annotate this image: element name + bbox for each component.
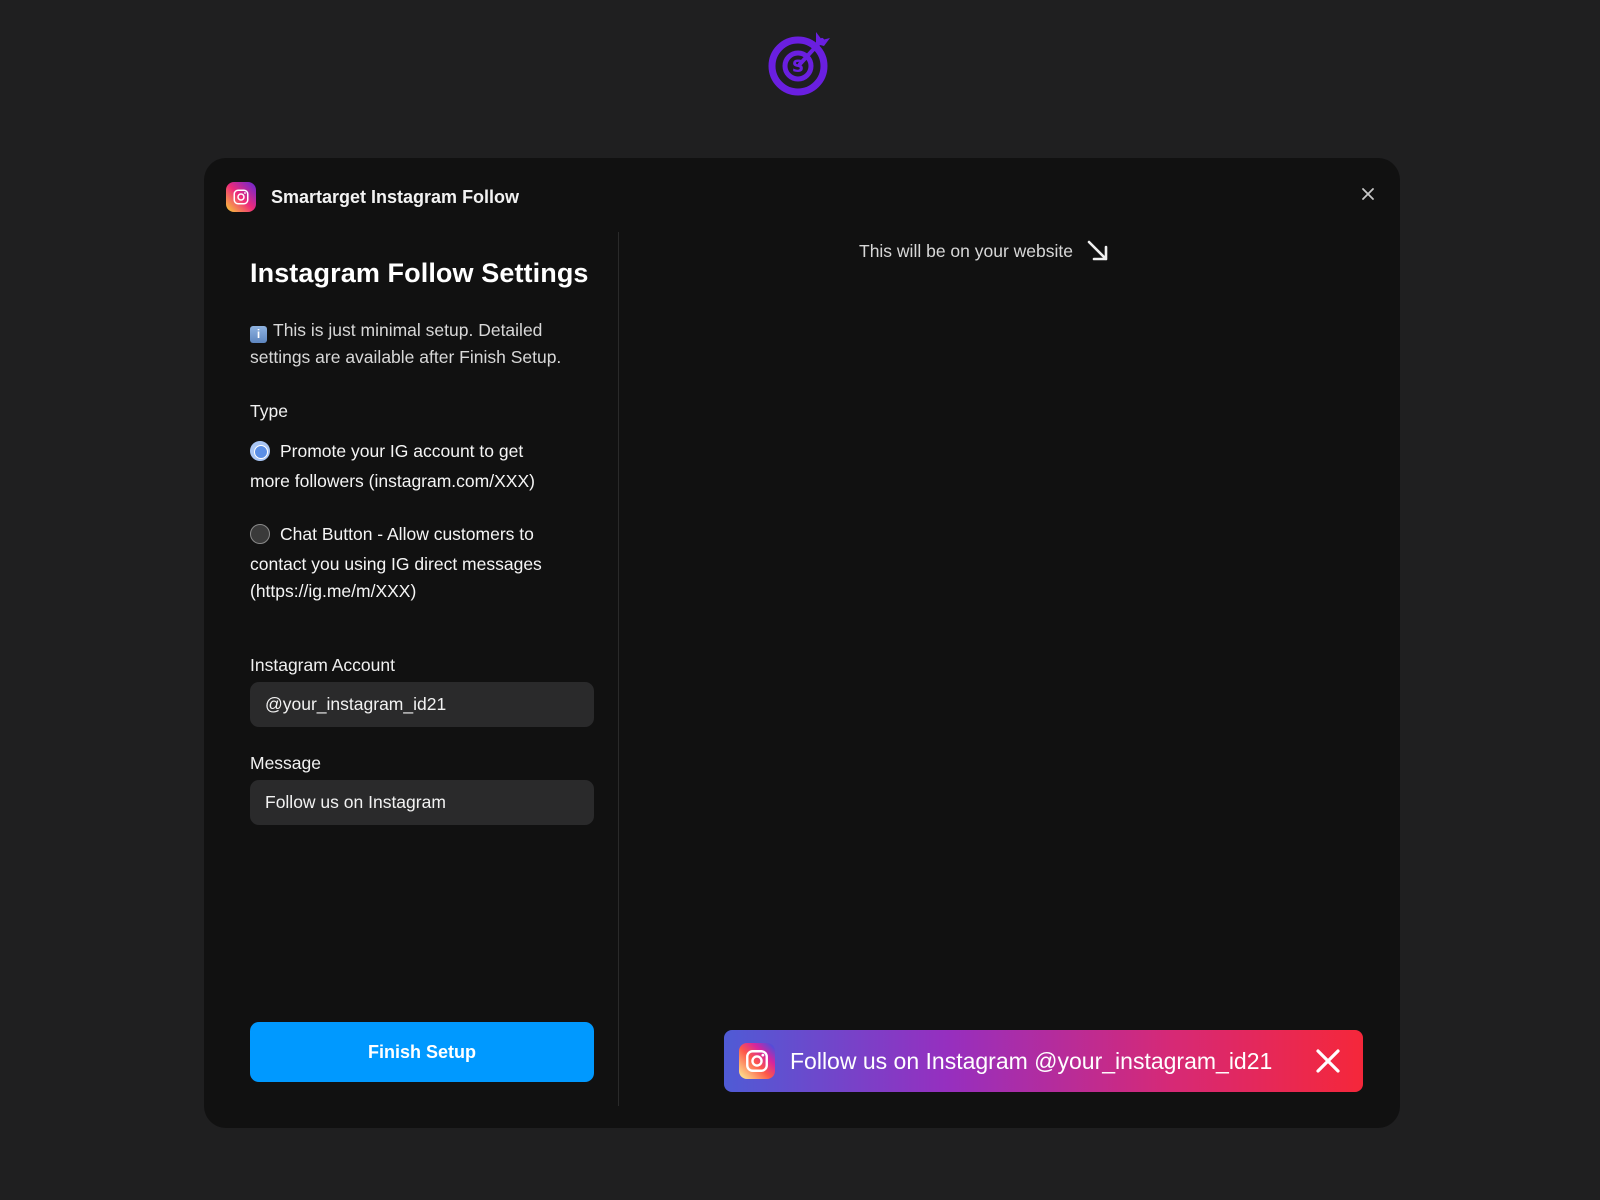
type-label: Type xyxy=(250,401,288,421)
instagram-follow-bar-preview[interactable]: Follow us on Instagram @your_instagram_i… xyxy=(724,1030,1363,1092)
panel-divider xyxy=(618,232,619,1106)
arrow-down-right-icon xyxy=(1087,240,1108,261)
info-icon: i xyxy=(250,326,267,343)
radio-chat[interactable] xyxy=(250,524,270,544)
instagram-icon xyxy=(226,182,256,212)
type-option-promote[interactable]: Promote your IG account to get more foll… xyxy=(250,434,595,495)
close-button[interactable] xyxy=(1354,180,1382,208)
option-promote-label: Promote your IG account to get xyxy=(280,441,524,461)
account-label: Instagram Account xyxy=(250,655,395,675)
preview-caption-text: This will be on your website xyxy=(859,240,1073,261)
preview-caption: This will be on your website xyxy=(859,238,1111,264)
close-icon xyxy=(1362,188,1374,200)
follow-bar-close-button[interactable] xyxy=(1313,1046,1343,1076)
instagram-icon xyxy=(739,1043,775,1079)
instagram-account-input[interactable] xyxy=(250,682,594,727)
finish-setup-button[interactable]: Finish Setup xyxy=(250,1022,594,1082)
message-label: Message xyxy=(250,753,322,773)
type-option-chat[interactable]: Chat Button - Allow customers to contact… xyxy=(250,517,595,605)
info-text: This is just minimal setup. Detailed set… xyxy=(250,320,562,367)
setup-modal: Smartarget Instagram Follow Instagram Fo… xyxy=(204,158,1400,1128)
modal-header: Smartarget Instagram Follow xyxy=(226,180,519,214)
radio-promote[interactable] xyxy=(250,441,270,461)
follow-bar-text: Follow us on Instagram @your_instagram_i… xyxy=(790,1047,1273,1074)
close-icon xyxy=(1316,1049,1340,1073)
page-title: Instagram Follow Settings xyxy=(250,258,589,288)
option-chat-desc: contact you using IG direct messages (ht… xyxy=(250,554,542,601)
smartarget-logo-icon: S xyxy=(764,26,836,98)
message-input[interactable] xyxy=(250,780,594,825)
option-promote-desc: more followers (instagram.com/XXX) xyxy=(250,471,535,491)
settings-panel: Instagram Follow Settings i This is just … xyxy=(250,258,595,825)
info-note: i This is just minimal setup. Detailed se… xyxy=(250,317,595,371)
option-chat-label: Chat Button - Allow customers to xyxy=(280,524,534,544)
app-title: Smartarget Instagram Follow xyxy=(271,186,520,207)
